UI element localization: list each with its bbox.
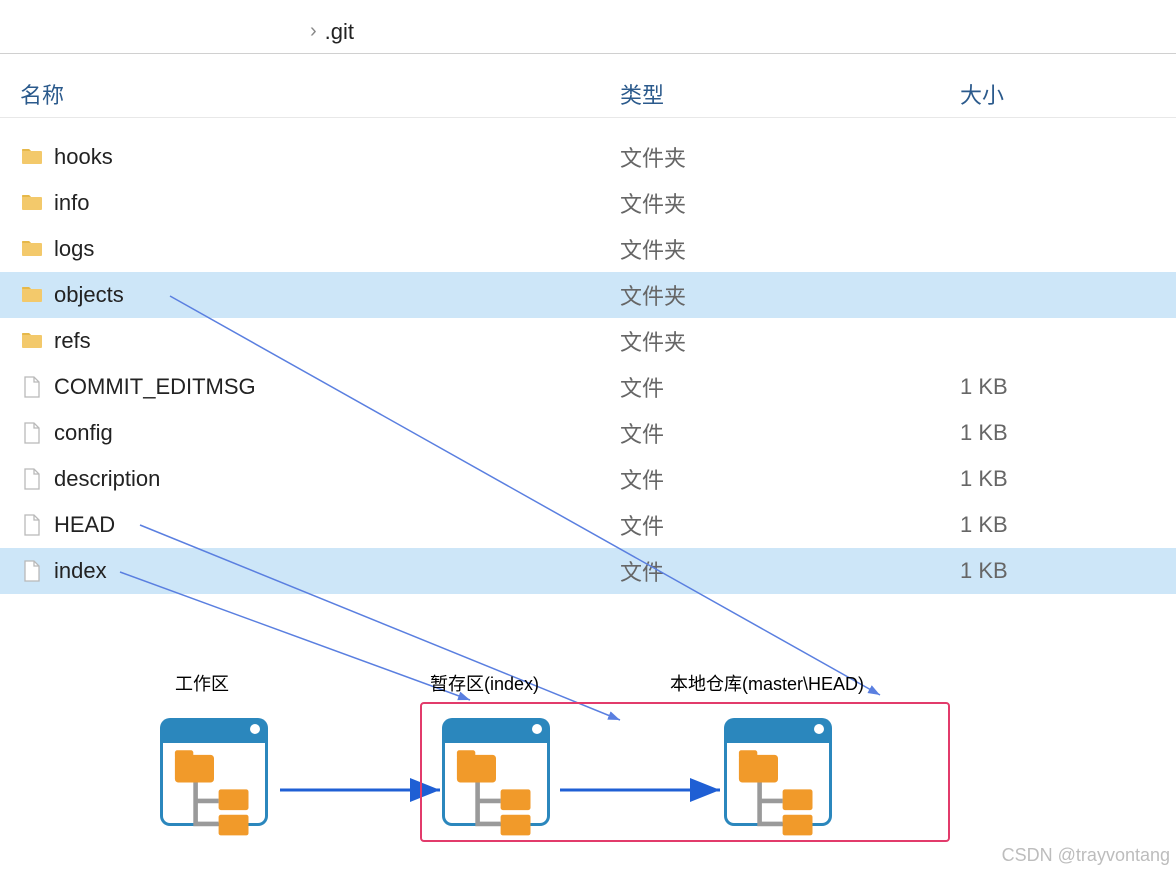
file-list: hooks 文件夹 info 文件夹 logs 文件夹 objects 文件夹 refs 文件夹 C… [0,134,1176,594]
folder-tree-icon [450,748,542,840]
folder-icon [20,329,44,353]
diagram-label-stage: 暂存区(index) [430,670,539,696]
item-type: 文件夹 [620,233,960,265]
list-item[interactable]: COMMIT_EDITMSG 文件1 KB [0,364,1176,410]
file-icon [20,421,44,445]
item-type: 文件 [620,463,960,495]
breadcrumb-current: .git [325,19,354,45]
item-type: 文件夹 [620,279,960,311]
list-item[interactable]: description 文件1 KB [0,456,1176,502]
item-type: 文件夹 [620,187,960,219]
item-size: 1 KB [960,512,1176,538]
watermark: CSDN @trayvontang [1002,845,1170,866]
folder-icon [20,191,44,215]
item-name: logs [54,236,94,262]
item-name: index [54,558,107,584]
item-name: config [54,420,113,446]
item-type: 文件 [620,509,960,541]
diagram-box-repo [724,718,832,826]
list-item[interactable]: refs 文件夹 [0,318,1176,364]
item-name: description [54,466,160,492]
folder-icon [20,283,44,307]
item-name: objects [54,282,124,308]
diagram-box-stage [442,718,550,826]
file-icon [20,559,44,583]
column-headers: 名称 类型 大小 [0,70,1176,118]
item-name: HEAD [54,512,115,538]
item-size: 1 KB [960,374,1176,400]
item-name: info [54,190,89,216]
list-item[interactable]: config 文件1 KB [0,410,1176,456]
file-icon [20,375,44,399]
file-icon [20,467,44,491]
item-type: 文件夹 [620,325,960,357]
column-header-name[interactable]: 名称 [0,78,620,110]
git-workflow-diagram: 工作区 暂存区(index) 本地仓库(master\HEAD) [140,670,960,870]
diagram-label-work: 工作区 [175,670,229,696]
folder-icon [20,237,44,261]
file-icon [20,513,44,537]
list-item[interactable]: info 文件夹 [0,180,1176,226]
item-name: COMMIT_EDITMSG [54,374,256,400]
item-size: 1 KB [960,420,1176,446]
item-type: 文件夹 [620,141,960,173]
list-item[interactable]: logs 文件夹 [0,226,1176,272]
diagram-label-repo: 本地仓库(master\HEAD) [670,670,864,696]
diagram-box-work [160,718,268,826]
list-item[interactable]: HEAD 文件1 KB [0,502,1176,548]
chevron-right-icon: › [310,20,317,43]
folder-tree-icon [168,748,260,840]
item-type: 文件 [620,417,960,449]
column-header-type[interactable]: 类型 [620,78,960,110]
item-size: 1 KB [960,466,1176,492]
list-item[interactable]: index 文件1 KB [0,548,1176,594]
list-item[interactable]: objects 文件夹 [0,272,1176,318]
item-name: hooks [54,144,113,170]
item-size: 1 KB [960,558,1176,584]
item-name: refs [54,328,91,354]
breadcrumb[interactable]: › .git [0,10,1176,54]
item-type: 文件 [620,371,960,403]
column-header-size[interactable]: 大小 [960,78,1176,110]
list-item[interactable]: hooks 文件夹 [0,134,1176,180]
folder-icon [20,145,44,169]
item-type: 文件 [620,555,960,587]
folder-tree-icon [732,748,824,840]
